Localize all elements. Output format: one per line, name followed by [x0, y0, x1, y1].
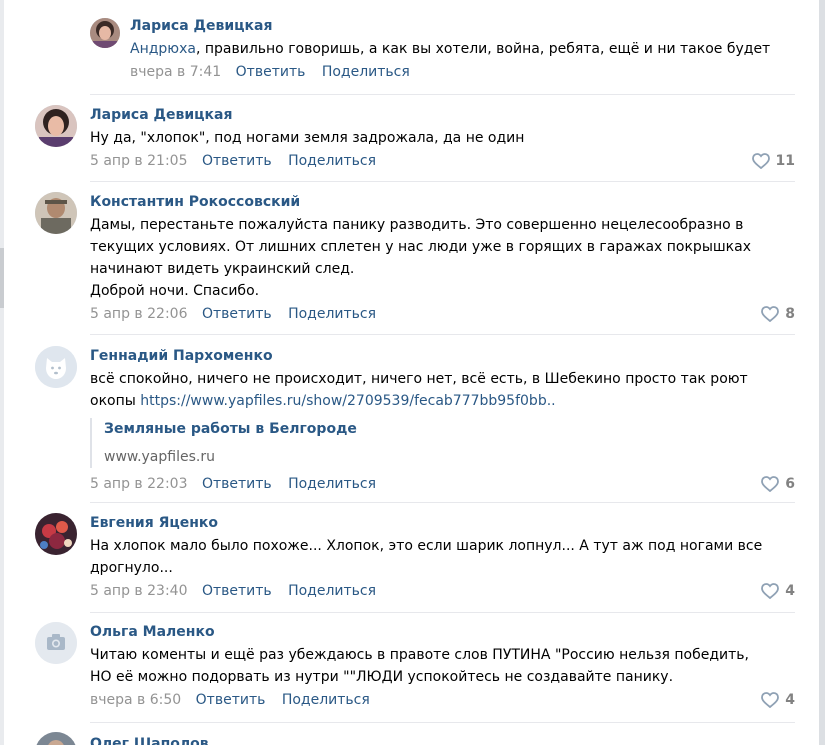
- divider: [90, 334, 795, 335]
- like-count: 8: [785, 306, 795, 322]
- comment-meta: вчера в 7:41 Ответить Поделиться: [130, 62, 795, 84]
- share-button[interactable]: Поделиться: [322, 64, 410, 80]
- avatar[interactable]: [35, 105, 77, 147]
- like-count: 4: [785, 692, 795, 708]
- share-button[interactable]: Поделиться: [288, 306, 376, 322]
- like-button[interactable]: 4: [761, 690, 795, 710]
- left-edge: [0, 0, 4, 745]
- avatar[interactable]: [35, 622, 77, 664]
- heart-icon: [761, 692, 780, 708]
- comment: Константин Рокоссовский Дамы, перестаньт…: [35, 192, 795, 332]
- comment-author[interactable]: Константин Рокоссовский: [90, 192, 795, 212]
- reply-button[interactable]: Ответить: [236, 64, 306, 80]
- like-button[interactable]: 6: [761, 474, 795, 494]
- like-count: 6: [785, 476, 795, 492]
- comment-text: На хлопок мало было похоже... Хлопок, эт…: [90, 538, 763, 576]
- comment-author[interactable]: Евгения Яценко: [90, 513, 795, 533]
- avatar[interactable]: [35, 513, 77, 555]
- reply-button[interactable]: Ответить: [202, 306, 272, 322]
- comment-date[interactable]: 5 апр в 21:05: [90, 153, 187, 169]
- link-snippet[interactable]: Земляные работы в Белгороде www.yapfiles…: [90, 418, 795, 468]
- comment-date[interactable]: 5 апр в 23:40: [90, 583, 187, 599]
- camera-icon: [35, 622, 77, 664]
- divider: [90, 94, 795, 95]
- share-button[interactable]: Поделиться: [288, 153, 376, 169]
- comment-author[interactable]: Лариса Девицкая: [130, 16, 795, 36]
- comment-date[interactable]: вчера в 6:50: [90, 692, 181, 708]
- comment: Геннадий Пархоменко всё спокойно, ничего…: [35, 346, 795, 496]
- like-button[interactable]: 4: [761, 581, 795, 601]
- heart-icon: [761, 306, 780, 322]
- scrollbar-track[interactable]: [819, 0, 825, 745]
- comment-text: Читаю коменты и ещё раз убеждаюсь в прав…: [90, 647, 749, 685]
- avatar[interactable]: [35, 732, 77, 745]
- comment-text: всё спокойно, ничего не происходит, ниче…: [90, 371, 748, 409]
- divider: [90, 502, 795, 503]
- comment-meta: 5 апр в 22:06 Ответить Поделиться 8: [90, 304, 795, 326]
- like-count: 4: [785, 583, 795, 599]
- share-button[interactable]: Поделиться: [288, 476, 376, 492]
- comment-author[interactable]: Олег Шаполов: [90, 734, 795, 745]
- reply-button[interactable]: Ответить: [196, 692, 266, 708]
- snippet-title[interactable]: Земляные работы в Белгороде: [104, 418, 795, 440]
- comment-text: Андрюха, правильно говоришь, а как вы хо…: [130, 41, 771, 57]
- share-button[interactable]: Поделиться: [282, 692, 370, 708]
- comment-date[interactable]: вчера в 7:41: [130, 64, 221, 80]
- reply-button[interactable]: Ответить: [202, 583, 272, 599]
- comment-text: Дамы, перестаньте пожалуйста панику разв…: [90, 217, 752, 299]
- comment-author[interactable]: Лариса Девицкая: [90, 105, 795, 125]
- comment-author[interactable]: Ольга Маленко: [90, 622, 795, 642]
- comment: Олег Шаполов: [35, 732, 795, 745]
- comment-reply: Лариса Девицкая Андрюха, правильно говор…: [90, 16, 795, 86]
- like-button[interactable]: 11: [751, 151, 795, 171]
- reply-button[interactable]: Ответить: [202, 153, 272, 169]
- divider: [90, 612, 795, 613]
- divider: [90, 181, 795, 182]
- like-count: 11: [775, 153, 795, 169]
- share-button[interactable]: Поделиться: [288, 583, 376, 599]
- heart-icon: [761, 476, 780, 492]
- comment-meta: 5 апр в 23:40 Ответить Поделиться 4: [90, 581, 795, 603]
- snippet-host: www.yapfiles.ru: [104, 449, 215, 465]
- avatar[interactable]: [35, 346, 77, 388]
- comment-meta: вчера в 6:50 Ответить Поделиться 4: [90, 690, 795, 712]
- external-link[interactable]: https://www.yapfiles.ru/show/2709539/fec…: [140, 393, 555, 409]
- comment-text: Ну да, "хлопок", под ногами земля задрож…: [90, 130, 525, 146]
- avatar[interactable]: [90, 18, 120, 48]
- divider: [90, 722, 795, 723]
- left-edge-marker: [0, 248, 4, 308]
- heart-icon: [761, 583, 780, 599]
- mention-link[interactable]: Андрюха: [130, 41, 196, 57]
- reply-button[interactable]: Ответить: [202, 476, 272, 492]
- comment-date[interactable]: 5 апр в 22:03: [90, 476, 187, 492]
- comment-author[interactable]: Геннадий Пархоменко: [90, 346, 795, 366]
- heart-icon: [751, 153, 770, 169]
- comment-meta: 5 апр в 21:05 Ответить Поделиться 11: [90, 151, 795, 173]
- deactivated-dog-icon: [35, 346, 77, 388]
- avatar[interactable]: [35, 192, 77, 234]
- comment-meta: 5 апр в 22:03 Ответить Поделиться 6: [90, 474, 795, 496]
- comment: Ольга Маленко Читаю коменты и ещё раз уб…: [35, 622, 795, 718]
- comment-date[interactable]: 5 апр в 22:06: [90, 306, 187, 322]
- like-button[interactable]: 8: [761, 304, 795, 324]
- comment: Лариса Девицкая Ну да, "хлопок", под ног…: [35, 105, 795, 177]
- comment: Евгения Яценко На хлопок мало было похож…: [35, 513, 795, 609]
